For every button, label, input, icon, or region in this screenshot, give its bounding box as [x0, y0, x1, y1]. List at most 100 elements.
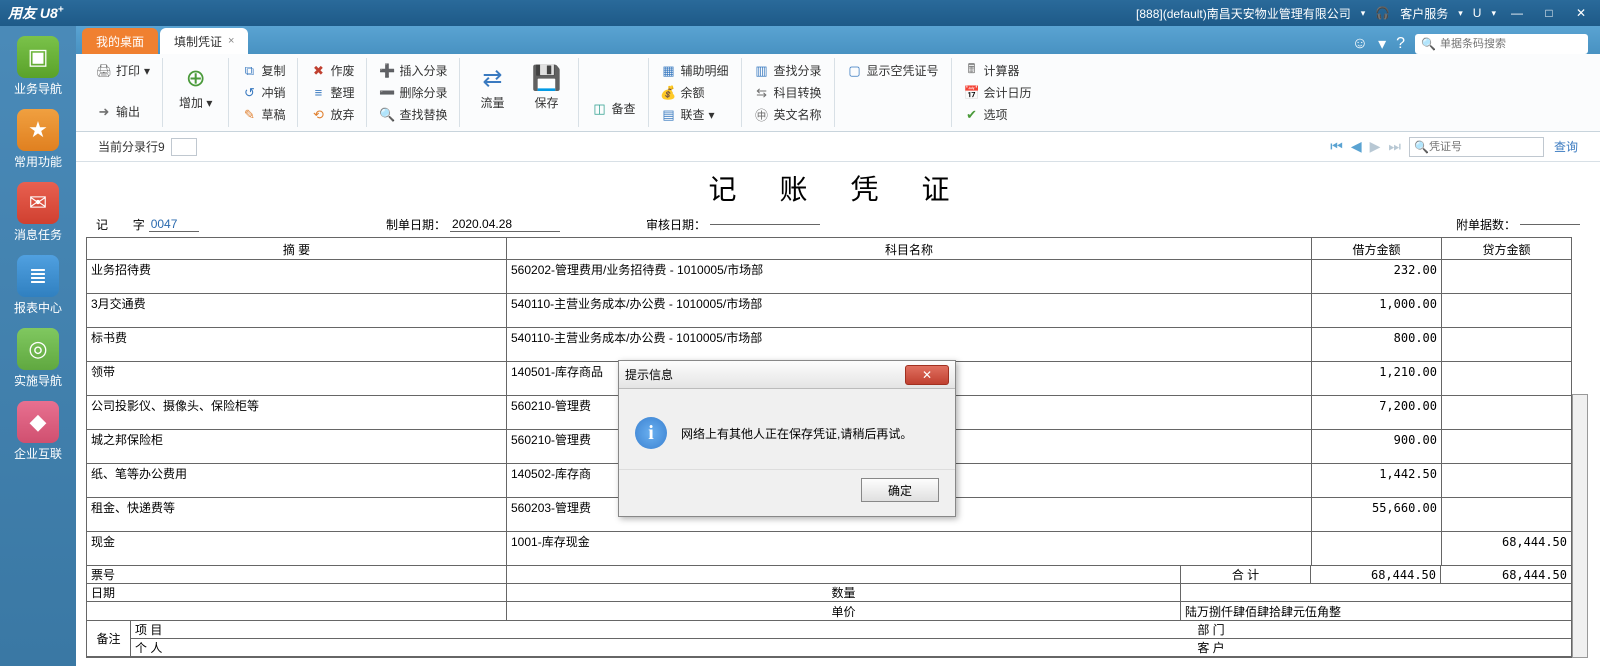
u-menu[interactable]: U	[1473, 6, 1482, 20]
close-window-button[interactable]: ✕	[1570, 4, 1592, 22]
prev-button[interactable]: ◀	[1347, 138, 1366, 155]
cell-credit[interactable]	[1442, 260, 1572, 294]
cell-credit[interactable]	[1442, 362, 1572, 396]
balance-button[interactable]: 💰余额	[657, 82, 733, 103]
aux-detail-button[interactable]: ▦辅助明细	[657, 60, 733, 81]
cell-summary[interactable]: 业务招待费	[87, 260, 507, 294]
cell-debit[interactable]	[1312, 532, 1442, 566]
cell-debit[interactable]: 232.00	[1312, 260, 1442, 294]
cell-credit[interactable]	[1442, 396, 1572, 430]
price-label: 单价	[507, 602, 1181, 620]
copy-button[interactable]: ⧉复制	[237, 60, 289, 81]
cell-debit[interactable]: 1,442.50	[1312, 464, 1442, 498]
current-entry-label: 当前分录行9	[98, 138, 165, 155]
cell-debit[interactable]: 7,200.00	[1312, 396, 1442, 430]
cell-credit[interactable]	[1442, 464, 1572, 498]
backup-button[interactable]: ◫备查	[587, 98, 639, 119]
tidy-icon: ≡	[310, 85, 326, 101]
maximize-button[interactable]: □	[1538, 4, 1560, 22]
table-row[interactable]: 业务招待费560202-管理费用/业务招待费 - 1010005/市场部232.…	[87, 260, 1572, 294]
help-icon[interactable]: ?	[1396, 35, 1405, 53]
offset-button[interactable]: ↺冲销	[237, 82, 289, 103]
sidebar-item-nav[interactable]: ▣业务导航	[8, 32, 68, 101]
cell-credit[interactable]: 68,444.50	[1442, 532, 1572, 566]
table-row[interactable]: 标书费540110-主营业务成本/办公费 - 1010005/市场部800.00	[87, 328, 1572, 362]
cell-debit[interactable]: 1,000.00	[1312, 294, 1442, 328]
copy-icon: ⧉	[241, 63, 257, 79]
options-button[interactable]: ✔选项	[960, 104, 1036, 125]
cell-summary[interactable]: 纸、笔等办公费用	[87, 464, 507, 498]
query-link[interactable]: 查询	[1554, 138, 1578, 155]
entry-index-box[interactable]	[171, 138, 197, 156]
acct-switch-button[interactable]: ⇆科目转换	[750, 82, 826, 103]
last-button[interactable]: ⏭	[1384, 138, 1405, 155]
cell-debit[interactable]: 900.00	[1312, 430, 1442, 464]
cell-credit[interactable]	[1442, 294, 1572, 328]
save-button[interactable]: 💾保存	[522, 60, 570, 113]
cell-subject[interactable]: 540110-主营业务成本/办公费 - 1010005/市场部	[507, 328, 1312, 362]
sidebar-item-reports[interactable]: ≣报表中心	[8, 251, 68, 320]
calculator-button[interactable]: 🖩计算器	[960, 60, 1036, 81]
cell-summary[interactable]: 公司投影仪、摄像头、保险柜等	[87, 396, 507, 430]
cell-subject[interactable]: 560202-管理费用/业务招待费 - 1010005/市场部	[507, 260, 1312, 294]
linked-button[interactable]: ▤联查 ▾	[657, 104, 733, 125]
flow-button[interactable]: ⇄流量	[468, 60, 516, 113]
dialog-close-button[interactable]: ✕	[905, 365, 949, 385]
next-button[interactable]: ▶	[1366, 138, 1385, 155]
tab-voucher[interactable]: 填制凭证×	[160, 28, 248, 54]
table-row[interactable]: 现金1001-库存现金 68,444.50	[87, 532, 1572, 566]
cell-subject[interactable]: 540110-主营业务成本/办公费 - 1010005/市场部	[507, 294, 1312, 328]
abandon-button[interactable]: ⟲放弃	[306, 104, 358, 125]
voucher-header: 记 字 0047 制单日期：2020.04.28 审核日期： 附单据数：	[86, 214, 1590, 237]
make-date[interactable]: 2020.04.28	[450, 217, 560, 232]
first-button[interactable]: ⏮	[1326, 138, 1347, 155]
insert-entry-button[interactable]: ➕插入分录	[375, 60, 451, 81]
attach-count[interactable]	[1520, 224, 1580, 225]
cell-credit[interactable]	[1442, 430, 1572, 464]
delete-entry-button[interactable]: ➖删除分录	[375, 82, 451, 103]
sidebar-item-favorites[interactable]: ★常用功能	[8, 105, 68, 174]
add-button[interactable]: ⊕ 增加 ▾	[171, 60, 220, 113]
cell-credit[interactable]	[1442, 498, 1572, 532]
voucher-search[interactable]: 🔍	[1409, 137, 1544, 157]
sidebar-item-impl[interactable]: ◎实施导航	[8, 324, 68, 393]
cell-subject[interactable]: 1001-库存现金	[507, 532, 1312, 566]
en-name-button[interactable]: ㊥英文名称	[750, 104, 826, 125]
customer-label: 客 户	[851, 639, 1571, 656]
service-link[interactable]: 客户服务	[1400, 5, 1448, 22]
invalid-button[interactable]: ✖作废	[306, 60, 358, 81]
tab-desktop[interactable]: 我的桌面	[82, 28, 158, 54]
output-button[interactable]: ➜输出	[92, 101, 154, 122]
account-dropdown-icon[interactable]: ▾	[1361, 8, 1366, 19]
calendar-button[interactable]: 📅会计日历	[960, 82, 1036, 103]
search-input[interactable]	[1440, 38, 1582, 50]
voucher-number[interactable]: 0047	[149, 217, 199, 232]
cell-summary[interactable]: 城之邦保险柜	[87, 430, 507, 464]
close-tab-icon[interactable]: ×	[228, 35, 234, 47]
cell-debit[interactable]: 1,210.00	[1312, 362, 1442, 396]
ticket-label: 票号	[87, 566, 507, 584]
show-empty-button[interactable]: ▢显示空凭证号	[843, 60, 943, 81]
cell-summary[interactable]: 现金	[87, 532, 507, 566]
vertical-scrollbar[interactable]	[1572, 394, 1588, 658]
sidebar-item-connect[interactable]: ◆企业互联	[8, 397, 68, 466]
voucher-no-input[interactable]	[1429, 141, 1539, 153]
cell-summary[interactable]: 领带	[87, 362, 507, 396]
find-replace-button[interactable]: 🔍查找替换	[375, 104, 451, 125]
print-button[interactable]: 🖨打印 ▾	[92, 60, 154, 81]
sidebar-item-messages[interactable]: ✉消息任务	[8, 178, 68, 247]
tidy-button[interactable]: ≡整理	[306, 82, 358, 103]
cell-summary[interactable]: 标书费	[87, 328, 507, 362]
cell-debit[interactable]: 800.00	[1312, 328, 1442, 362]
minimize-button[interactable]: —	[1506, 4, 1528, 22]
draft-button[interactable]: ✎草稿	[237, 104, 289, 125]
dialog-ok-button[interactable]: 确定	[861, 478, 939, 502]
cell-summary[interactable]: 租金、快递费等	[87, 498, 507, 532]
cell-credit[interactable]	[1442, 328, 1572, 362]
global-search[interactable]: 🔍	[1415, 34, 1588, 54]
cell-summary[interactable]: 3月交通费	[87, 294, 507, 328]
find-entry-button[interactable]: ▥查找分录	[750, 60, 826, 81]
cell-debit[interactable]: 55,660.00	[1312, 498, 1442, 532]
smiley-icon[interactable]: ☺	[1352, 35, 1368, 53]
table-row[interactable]: 3月交通费540110-主营业务成本/办公费 - 1010005/市场部1,00…	[87, 294, 1572, 328]
